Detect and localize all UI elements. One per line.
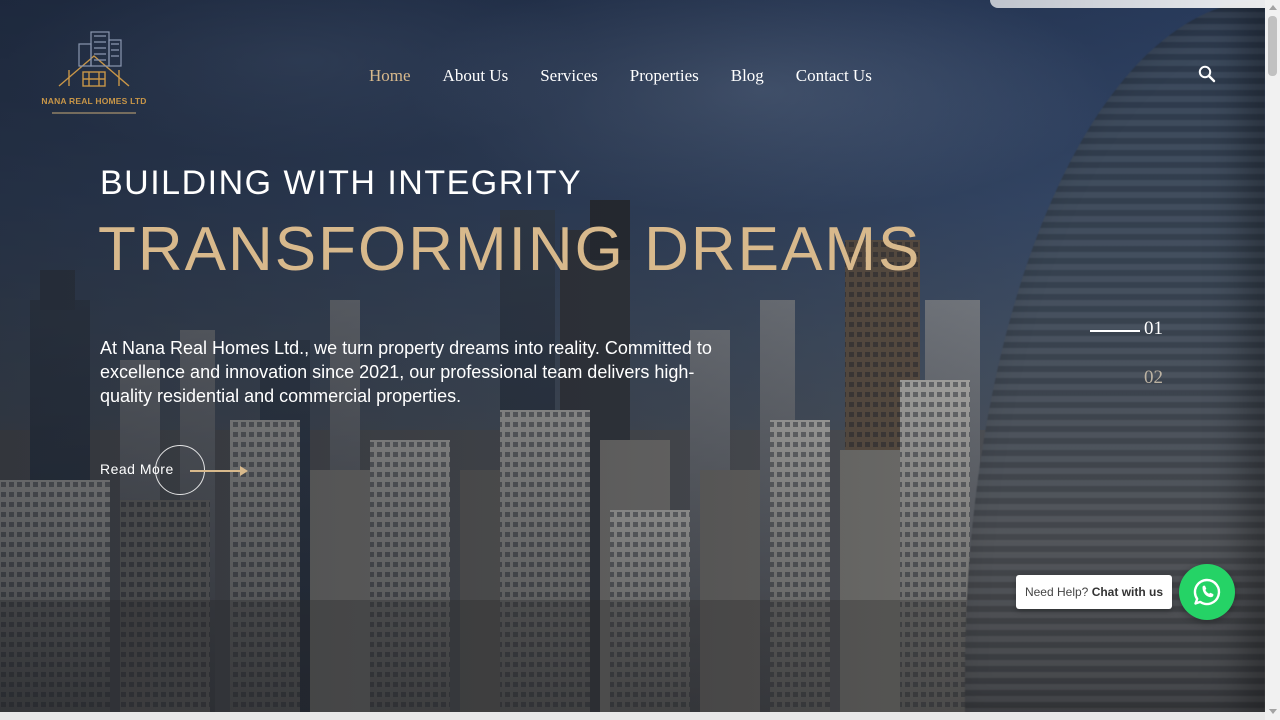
main-nav: Home About Us Services Properties Blog C…: [353, 62, 888, 90]
page-scrollbar[interactable]: [1265, 0, 1280, 720]
hero-description: At Nana Real Homes Ltd., we turn propert…: [100, 338, 712, 406]
nav-contact-us[interactable]: Contact Us: [780, 62, 888, 90]
whatsapp-icon: [1193, 578, 1221, 606]
slide-number: 02: [1144, 367, 1163, 388]
scroll-thumb[interactable]: [1268, 16, 1277, 76]
nav-blog[interactable]: Blog: [715, 62, 780, 90]
whatsapp-chat-button[interactable]: [1179, 564, 1235, 620]
chat-action: Chat with us: [1091, 585, 1164, 599]
logo-wordmark: NANA REAL HOMES LTD: [41, 96, 147, 106]
slide-number: 01: [1144, 318, 1163, 339]
slide-indicator-1[interactable]: 01: [1090, 318, 1170, 344]
search-icon[interactable]: [1197, 64, 1217, 84]
panel-top-highlight: [990, 0, 1265, 8]
nav-home[interactable]: Home: [353, 62, 427, 90]
hero-headline: TRANSFORMING DREAMS: [98, 215, 922, 284]
read-more-button[interactable]: Read More: [100, 445, 260, 497]
logo-tagline-line: [52, 112, 136, 114]
page-bottom-edge: [0, 712, 1265, 720]
chat-prompt-bubble[interactable]: Need Help? Chat with us: [1016, 575, 1172, 609]
scroll-up-arrow-icon[interactable]: [1269, 5, 1277, 10]
active-slide-line: [1090, 330, 1140, 332]
building-house-logo-icon: [58, 31, 130, 87]
site-logo[interactable]: NANA REAL HOMES LTD: [40, 26, 148, 122]
nav-properties[interactable]: Properties: [614, 62, 715, 90]
arrow-right-icon: [190, 466, 248, 476]
chat-prefix: Need Help?: [1024, 585, 1089, 599]
scroll-down-arrow-icon[interactable]: [1269, 709, 1277, 714]
nav-services[interactable]: Services: [524, 62, 614, 90]
slide-indicator-2[interactable]: 02: [1144, 367, 1174, 393]
hero-viewport: NANA REAL HOMES LTD Home About Us Servic…: [0, 0, 1265, 720]
nav-about-us[interactable]: About Us: [427, 62, 525, 90]
hero-eyebrow: BUILDING WITH INTEGRITY: [100, 164, 583, 202]
